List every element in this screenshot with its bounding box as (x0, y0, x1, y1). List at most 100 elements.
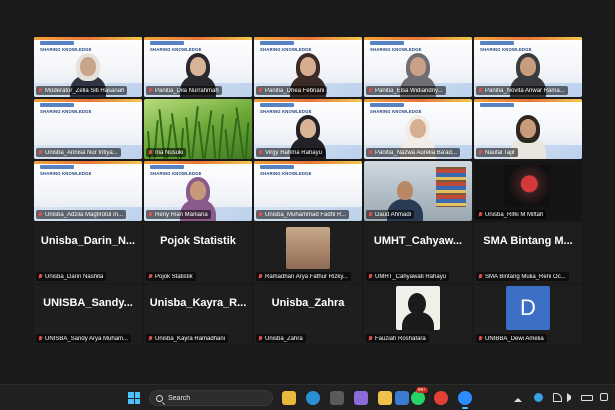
grass-blade (190, 106, 199, 159)
notifications-icon[interactable] (600, 393, 608, 401)
participant-tile[interactable]: Naufal Tajir (474, 99, 582, 159)
whatsapp-notification-badge: 99+ (416, 387, 428, 393)
mic-muted-icon (148, 87, 153, 94)
battery-icon[interactable] (581, 395, 593, 401)
participant-tile[interactable]: Unisba_Rifki M Miftah (474, 161, 582, 221)
participant-tile[interactable]: SHARING KNOWLEDGE Panitia_Elsa Widiandriy… (364, 37, 472, 97)
sponsor-logos (40, 165, 74, 169)
participant-tile[interactable]: SHARING KNOWLEDGE Reny Rian Marliana (144, 161, 252, 221)
participant-tile[interactable]: Ina Nusuki (144, 99, 252, 159)
participant-tile[interactable]: Unisba_Darin_N... Unisba_Darin Nashita (34, 223, 142, 283)
banner-accent-strip (254, 37, 362, 40)
whatsapp-icon[interactable] (411, 391, 425, 405)
edge-icon[interactable] (306, 391, 320, 405)
grass-blade (224, 128, 230, 159)
mic-muted-icon (478, 149, 483, 156)
participant-display-name: Unisba_Zahra (271, 297, 345, 309)
participant-tile[interactable]: SHARING KNOWLEDGE Panitia_Dhea Febriani (254, 37, 362, 97)
gallery-view: SHARING KNOWLEDGE Moderator_Zella Siti Ha… (34, 37, 582, 345)
wifi-icon[interactable] (553, 393, 562, 402)
participant-display-name: Unisba_Darin_N... (40, 235, 136, 247)
folder-icon[interactable] (378, 391, 392, 405)
start-button[interactable] (128, 392, 140, 404)
mic-muted-icon (478, 211, 483, 218)
participant-name-bar: Ina Nusuki (146, 148, 187, 157)
zoom-icon[interactable] (458, 391, 472, 405)
participant-display-name: Pojok Statistik (160, 235, 236, 247)
participant-name: Panitia_Elsa Widiandriy... (375, 87, 443, 94)
sponsor-logos (370, 41, 404, 45)
participant-name: Naufal Tajir (485, 149, 515, 156)
participant-tile[interactable]: SHARING KNOWLEDGE Panitia_Novita Anwar Ra… (474, 37, 582, 97)
participant-name: Daud Ahmadi (375, 211, 412, 218)
participant-tile[interactable]: Unisba_Kayra_R... Unisba_Kayra Ramadhani (144, 285, 252, 345)
mic-muted-icon (38, 149, 43, 156)
participant-tile[interactable]: SHARING KNOWLEDGE Panitia_Dila Nurrahmah (144, 37, 252, 97)
store-icon[interactable] (395, 391, 409, 405)
participant-name: Moderator_Zella Siti Hasanah (45, 87, 125, 94)
participant-name: Panitia_Nazwa Aurelia Ba'ad... (375, 149, 457, 156)
chrome-icon[interactable] (434, 391, 448, 405)
participant-name: Virgy Rahma Rahayu (265, 149, 322, 156)
participant-face (410, 57, 426, 76)
windows-taskbar: Search 99+ (0, 384, 615, 410)
participant-display-name: SMA Bintang M... (483, 235, 573, 247)
tray-chevron-icon[interactable] (514, 393, 522, 402)
participant-tile[interactable]: SHARING KNOWLEDGE Panitia_Nazwa Aurelia B… (364, 99, 472, 159)
participant-tile[interactable]: SMA Bintang M... SMA Bintang Mulia_Reni O… (474, 223, 582, 283)
participant-name: SMA Bintang Mulia_Reni Oc... (485, 273, 566, 280)
participant-name-bar: Panitia_Dhea Febriani (256, 86, 328, 95)
participant-face (300, 57, 316, 76)
mic-muted-icon (148, 273, 153, 280)
participant-tile[interactable]: SHARING KNOWLEDGE Virgy Rahma Rahayu (254, 99, 362, 159)
participant-name-bar: SMA Bintang Mulia_Reni Oc... (476, 272, 569, 281)
grass-blade (230, 118, 237, 159)
file-explorer-icon[interactable] (282, 391, 296, 405)
participant-tile[interactable]: SHARING KNOWLEDGE Unisba_Muhammad Fadhl R… (254, 161, 362, 221)
bookshelf (436, 167, 466, 207)
participant-name-bar: Moderator_Zella Siti Hasanah (36, 86, 128, 95)
participant-tile[interactable]: UNISBA_Sandy... UNISBA_Sandy Arya Muham..… (34, 285, 142, 345)
participant-tile[interactable]: Ramadhan Arya Fathur Rizky... (254, 223, 362, 283)
participant-tile[interactable]: SHARING KNOWLEDGE Unisba_Adzila Magfirotu… (34, 161, 142, 221)
mic-muted-icon (258, 149, 263, 156)
participant-tile[interactable]: D UNIBBA_Dewi Amelia (474, 285, 582, 345)
participant-face (410, 119, 426, 138)
gallery-icon[interactable] (330, 391, 344, 405)
participant-name-bar: Unisba_Kayra Ramadhani (146, 334, 229, 343)
participant-tile[interactable]: SHARING KNOWLEDGE Unisba_Annisa Nur Intiy… (34, 99, 142, 159)
participant-name: Fauziah Roshafara (375, 335, 426, 342)
banner-accent-strip (364, 99, 472, 102)
participant-name-bar: Unisba_Adzila Magfirotul In... (36, 210, 127, 219)
taskbar-search-box[interactable]: Search (149, 390, 273, 406)
zoom-meeting-window: SHARING KNOWLEDGE Moderator_Zella Siti Ha… (0, 0, 615, 410)
mic-muted-icon (368, 211, 373, 218)
participant-name-bar: Unisba_Annisa Nur Intiya... (36, 148, 121, 157)
volume-icon[interactable] (567, 393, 571, 402)
mic-muted-icon (148, 149, 153, 156)
participant-name-bar: Panitia_Novita Anwar Rama... (476, 86, 568, 95)
sponsor-logos (260, 165, 294, 169)
participant-name: Unisba_Annisa Nur Intiya... (45, 149, 118, 156)
participant-tile[interactable]: Unisba_Zahra Unisba_Zahra (254, 285, 362, 345)
participant-tile[interactable]: UMHT_Cahyaw... UMHT_Cahyawati Rahayu (364, 223, 472, 283)
copilot-icon[interactable] (354, 391, 368, 405)
banner-accent-strip (34, 161, 142, 164)
participant-name: Panitia_Dhea Febriani (265, 87, 325, 94)
grass-blade (211, 124, 217, 159)
mic-muted-icon (368, 149, 373, 156)
sponsor-logos (480, 103, 514, 107)
network-status-icon[interactable] (534, 393, 543, 402)
banner-title: SHARING KNOWLEDGE (40, 171, 92, 176)
profile-photo (286, 227, 330, 269)
mic-muted-icon (368, 335, 373, 342)
silhouette-body (402, 312, 434, 330)
participant-tile[interactable]: Fauziah Roshafara (364, 285, 472, 345)
participant-tile[interactable]: Daud Ahmadi (364, 161, 472, 221)
participant-name-bar: Pojok Statistik (146, 272, 196, 281)
mic-muted-icon (38, 87, 43, 94)
participant-name-bar: Panitia_Elsa Widiandriy... (366, 86, 446, 95)
participant-name: Panitia_Novita Anwar Rama... (485, 87, 565, 94)
participant-tile[interactable]: Pojok Statistik Pojok Statistik (144, 223, 252, 283)
participant-tile[interactable]: SHARING KNOWLEDGE Moderator_Zella Siti Ha… (34, 37, 142, 97)
